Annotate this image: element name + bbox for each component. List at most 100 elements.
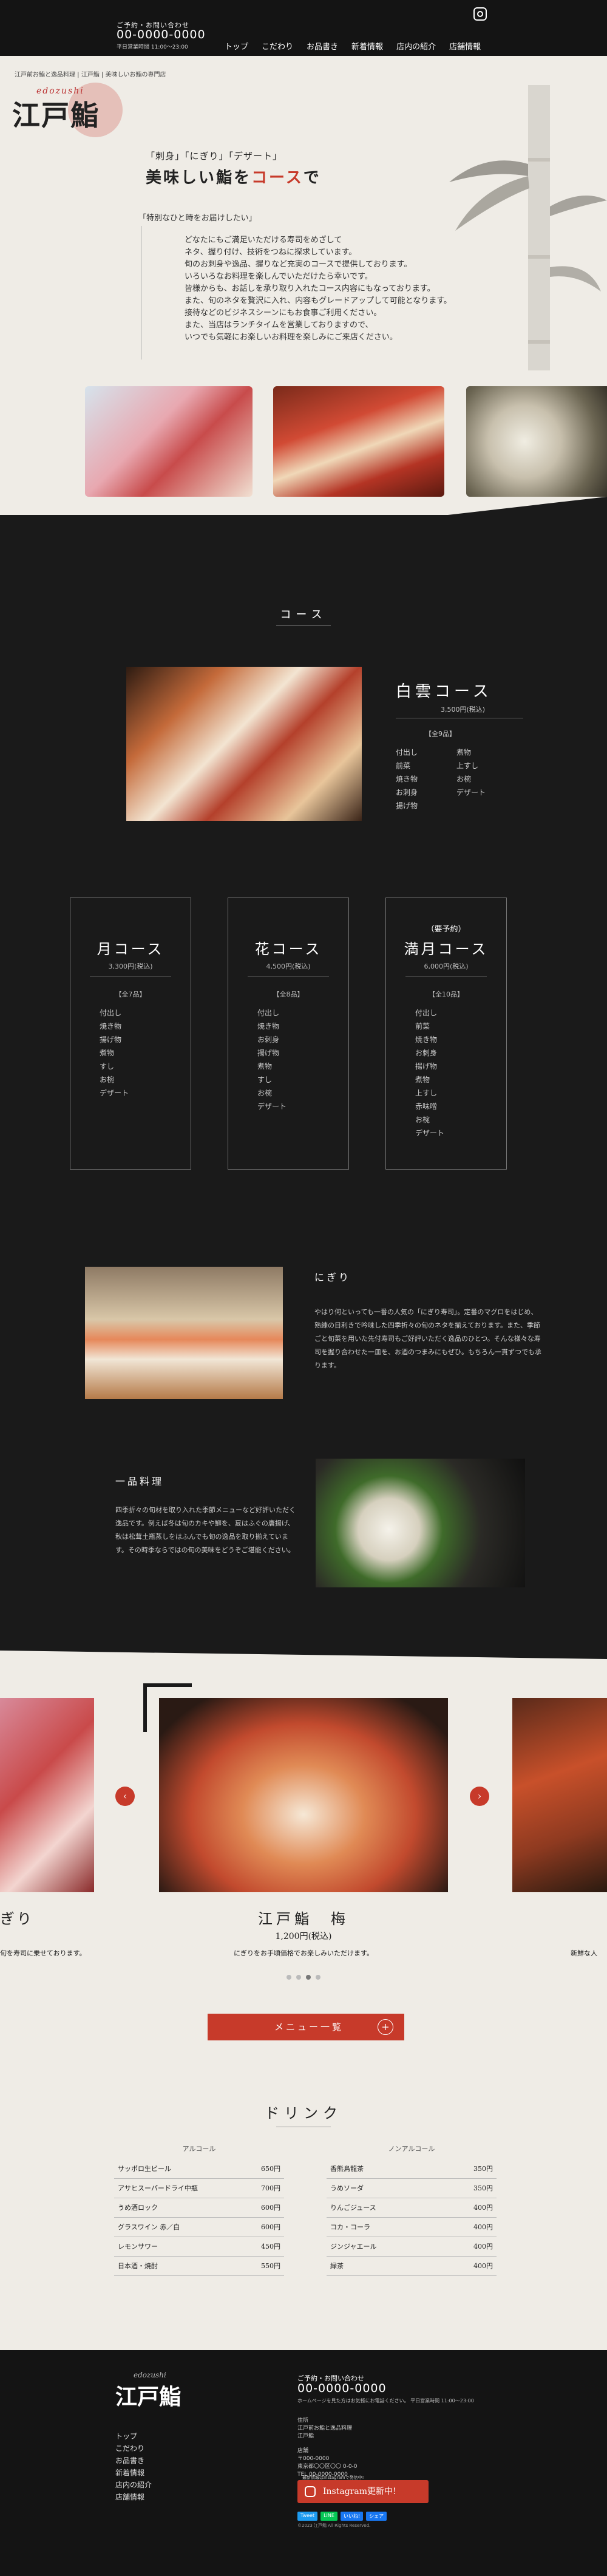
intro-subtitle: 「刺身」「にぎり」「デザート」 [146, 151, 283, 162]
share-button[interactable]: シェア [366, 2512, 387, 2521]
course-item: 前菜 [396, 762, 411, 770]
course-item: お椀 [456, 775, 472, 783]
course-item: 揚げ物 [415, 1062, 438, 1071]
chevron-right-icon[interactable]: › [470, 1787, 489, 1806]
course-item: 揚げ物 [100, 1035, 122, 1044]
course-item: 焼き物 [100, 1022, 122, 1031]
course-item: デザート [415, 1129, 445, 1137]
footer-shop-line: 〒000-0000 [297, 2456, 330, 2462]
footer-nav-shop-info[interactable]: 店舗情報 [115, 2491, 152, 2503]
nav-shop-info[interactable]: 店舗情報 [449, 40, 481, 52]
instagram-button[interactable]: Instagram更新中! [297, 2480, 429, 2503]
footer-nav-news[interactable]: 新着情報 [115, 2467, 152, 2479]
course-item: 焼き物 [257, 1022, 280, 1031]
carousel-dots [287, 1975, 320, 1980]
course-item: 赤味噌 [415, 1102, 438, 1111]
site-header: ご予約・お問い合わせ 00-0000-0000 平日営業時間 11:00～23:… [0, 0, 607, 56]
slide-title: 江戸鮨 梅 [258, 1910, 349, 1927]
drink-category: ノンアルコール [388, 2145, 435, 2153]
ippin-title: 一品料理 [115, 1476, 164, 1487]
course-item: 上すし [456, 762, 479, 770]
header-tel[interactable]: 00-0000-0000 [117, 28, 206, 41]
course-item: すし [257, 1075, 273, 1084]
oyster-photo [466, 386, 607, 497]
plus-icon: + [378, 2019, 393, 2035]
slide-price: 1,200円(税込) [275, 1932, 332, 1941]
nav-menu[interactable]: お品書き [307, 40, 338, 52]
carousel-dot[interactable] [287, 1975, 291, 1980]
course-item: お刺身 [257, 1035, 280, 1044]
carousel-dot[interactable] [316, 1975, 320, 1980]
intro-line: いつでも気軽にお楽しいお料理を楽しみにご来店ください。 [185, 333, 398, 342]
tweet-button[interactable]: Tweet [297, 2512, 318, 2521]
course-card-title: 花コース [254, 941, 322, 958]
footer-tel[interactable]: 00-0000-0000 [297, 2382, 387, 2395]
drink-alcohol-list: アルコール サッポロ生ビール 650円 アサヒスーパードライ中瓶 700円 うめ酒ロ… [114, 2144, 284, 2276]
slide-image-next[interactable] [512, 1698, 607, 1892]
instagram-icon[interactable] [473, 7, 487, 21]
copyright: ©2023 江戸鮨 All Rights Reserved. [297, 2523, 371, 2528]
footer-hours: ホームページを見た方はお気軽にお電話ください。 平日営業時間 11:00～23:… [297, 2398, 474, 2404]
drink-name: ジンジャエール [330, 2243, 377, 2251]
line-button[interactable]: LINE [320, 2512, 337, 2521]
instagram-button-label: Instagram更新中! [323, 2487, 396, 2496]
nigiri-title: にぎり [314, 1272, 351, 1283]
nav-kodawari[interactable]: こだわり [262, 40, 293, 52]
footer-nav-menu[interactable]: お品書き [115, 2455, 152, 2467]
course-card-count: 【全8品】 [273, 990, 304, 998]
drink-name: アサヒスーパードライ中瓶 [118, 2184, 198, 2192]
course-item: お刺身 [415, 1049, 438, 1057]
drink-row: レモンサワー 450円 [114, 2237, 284, 2257]
drink-price: 550円 [261, 2262, 280, 2270]
drink-price: 600円 [261, 2204, 280, 2212]
drink-row: グラスワイン 赤／白 600円 [114, 2218, 284, 2237]
slide-image-prev[interactable] [0, 1698, 94, 1892]
share-buttons: Tweet LINE いいね! シェア [297, 2512, 387, 2521]
intro-title-pre: 美味しい鮨を [146, 169, 252, 187]
carousel-dot-active[interactable] [306, 1975, 311, 1980]
footer-address: 住所 江戸前お鮨と逸品料理 江戸鮨 [297, 2417, 352, 2441]
slide-image-current[interactable] [159, 1698, 448, 1892]
drink-row: うめソーダ 350円 [327, 2179, 497, 2198]
intro-line: 皆様からも、お話しを承り取り入れたコース内容にもなっております。 [185, 284, 435, 293]
footer-logo[interactable]: edozushi 江戸鮨 [115, 2371, 181, 2411]
drink-name: サッポロ生ビール [118, 2165, 171, 2173]
course-item: 煮物 [456, 748, 472, 757]
intro-line: どなたにもご満足いただける寿司をめざして [185, 236, 342, 245]
course-card-items: 付出し 焼き物 揚げ物 煮物 すし お椀 デザート [100, 1006, 129, 1100]
carousel-dot[interactable] [296, 1975, 301, 1980]
course-card-price: 6,000円(税込) [424, 963, 469, 970]
instagram-icon [305, 2486, 316, 2497]
footer-nav-kodawari[interactable]: こだわり [115, 2442, 152, 2455]
course-card-count: 【全10品】 [429, 990, 464, 998]
drink-name: 日本酒・焼酎 [118, 2262, 158, 2270]
intro-title: 美味しい鮨をコースで [146, 165, 321, 188]
nav-news[interactable]: 新着情報 [351, 40, 383, 52]
hakuun-course-photo [126, 667, 362, 821]
drink-price: 400円 [473, 2223, 493, 2231]
nav-interior[interactable]: 店内の紹介 [396, 40, 436, 52]
course-item: 付出し [396, 748, 418, 757]
drink-name: うめソーダ [330, 2184, 364, 2192]
footer-address-line: 江戸前お鮨と逸品料理 [297, 2425, 353, 2431]
drink-price: 600円 [261, 2223, 280, 2231]
ippin-body: 四季折々の旬材を取り入れた季節メニューなど好評いただく逸品です。例えば冬は旬のカ… [115, 1506, 296, 1554]
address-line: 江戸前お鮨と逸品料理 | 江戸鮨 | 美味しいお鮨の専門店 [15, 72, 166, 78]
intro-title-post: で [303, 169, 321, 187]
course-item: デザート [257, 1102, 287, 1111]
nav-top[interactable]: トップ [225, 40, 248, 52]
course-item: お刺身 [396, 788, 418, 797]
menu-list-button[interactable]: メニュー一覧 + [208, 2014, 404, 2040]
footer-nav-top[interactable]: トップ [115, 2430, 152, 2442]
footer-nav-interior[interactable]: 店内の紹介 [115, 2479, 152, 2491]
like-button[interactable]: いいね! [340, 2512, 364, 2521]
course-card-price: 4,500円(税込) [266, 963, 311, 970]
course-item: デザート [456, 788, 486, 797]
chevron-left-icon[interactable]: ‹ [115, 1787, 135, 1806]
drink-price: 400円 [473, 2204, 493, 2212]
site-logo[interactable]: edozushi 江戸鮨 [12, 83, 123, 137]
footer-logo-kanji: 江戸鮨 [115, 2384, 181, 2410]
course-heading-rule [276, 625, 331, 626]
drink-row: 香熊烏龍茶 350円 [327, 2159, 497, 2179]
drink-nonalcohol-list: ノンアルコール 香熊烏龍茶 350円 うめソーダ 350円 りんごジュース 400円 … [327, 2144, 497, 2276]
